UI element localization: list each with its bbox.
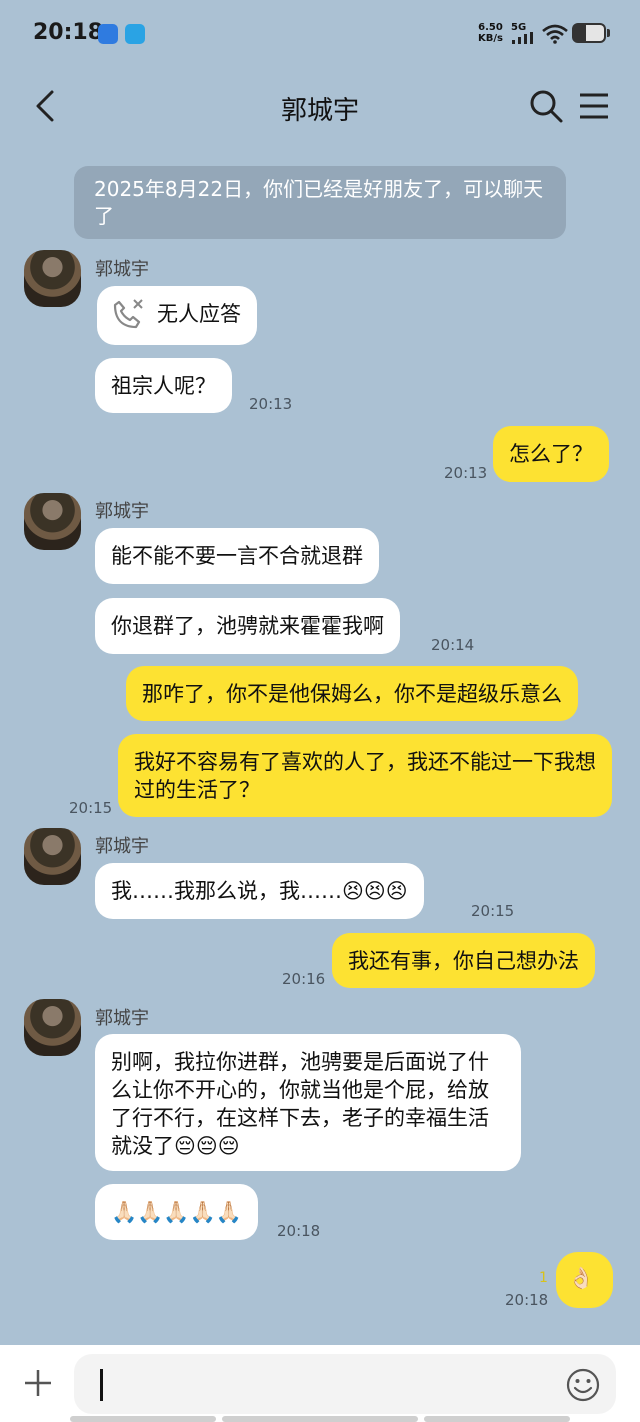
network-speed: 6.50 KB/s — [478, 22, 503, 44]
message-time: 20:18 — [505, 1291, 549, 1309]
message-time: 20:14 — [431, 636, 475, 654]
missed-call-bubble[interactable]: 无人应答 — [97, 286, 257, 345]
status-time: 20:18 — [33, 20, 104, 45]
message-bubble[interactable]: 那咋了，你不是他保姆么，你不是超级乐意么 — [126, 666, 578, 721]
message-bubble[interactable]: 👌🏻 — [556, 1252, 613, 1308]
avatar[interactable] — [24, 828, 81, 885]
message-time: 20:13 — [249, 395, 293, 413]
search-icon[interactable] — [528, 88, 564, 124]
app-notification-icon — [98, 24, 118, 44]
message-bubble[interactable]: 怎么了？ — [493, 426, 609, 482]
message-time: 20:15 — [69, 799, 113, 817]
avatar[interactable] — [24, 250, 81, 307]
message-bubble[interactable]: 我……我那么说，我……😣😣😣 — [95, 863, 424, 919]
sender-name: 郭城宇 — [95, 1008, 149, 1029]
signal-icon — [512, 32, 533, 44]
message-bubble[interactable]: 能不能不要一言不合就退群 — [95, 528, 379, 584]
menu-icon[interactable] — [578, 92, 610, 120]
message-bubble[interactable]: 别啊，我拉你进群，池骋要是后面说了什么让你不开心的，你就当他是个屁，给放了行不行… — [95, 1034, 521, 1171]
system-notice: 2025年8月22日，你们已经是好朋友了，可以聊天了 — [74, 166, 566, 239]
message-text: 无人应答 — [157, 302, 241, 326]
telegram-icon — [125, 24, 145, 44]
sender-name: 郭城宇 — [95, 501, 149, 522]
message-time: 20:16 — [282, 970, 326, 988]
wifi-icon — [542, 24, 568, 44]
message-time: 20:13 — [444, 464, 488, 482]
text-cursor — [100, 1369, 103, 1401]
message-input[interactable] — [74, 1354, 616, 1414]
message-bubble[interactable]: 你退群了，池骋就来霍霍我啊 — [95, 598, 400, 654]
status-bar: 20:18 6.50 KB/s 5G — [0, 0, 640, 70]
missed-call-icon — [113, 299, 143, 329]
sender-name: 郭城宇 — [95, 836, 149, 857]
plus-icon[interactable] — [22, 1367, 54, 1399]
message-bubble[interactable]: 我好不容易有了喜欢的人了，我还不能过一下我想过的生活了？ — [118, 734, 612, 817]
message-bubble[interactable]: 🙏🏻🙏🏻🙏🏻🙏🏻🙏🏻 — [95, 1184, 258, 1240]
avatar[interactable] — [24, 999, 81, 1056]
sender-name: 郭城宇 — [95, 259, 149, 280]
battery-icon — [572, 23, 606, 43]
message-time: 20:18 — [277, 1222, 321, 1240]
chat-header: 郭城宇 — [0, 70, 640, 142]
unread-count: 1 — [539, 1270, 548, 1286]
input-bar — [0, 1345, 640, 1422]
message-time: 20:15 — [471, 902, 515, 920]
emoji-icon[interactable] — [565, 1367, 601, 1403]
message-bubble[interactable]: 我还有事，你自己想办法 — [332, 933, 595, 988]
message-bubble[interactable]: 祖宗人呢？ — [95, 358, 232, 413]
avatar[interactable] — [24, 493, 81, 550]
